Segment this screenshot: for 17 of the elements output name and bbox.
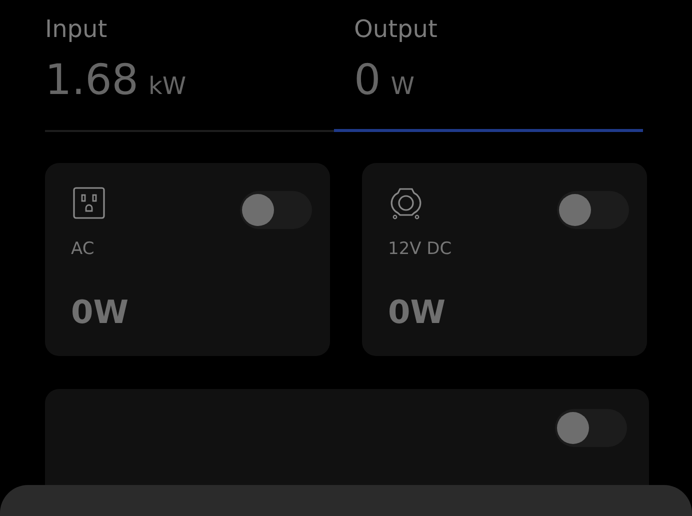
tab-label: Output [354,14,438,45]
outlet-power: 0W [71,293,130,331]
power-value: 1.68 [45,54,139,106]
car-socket-icon [388,185,424,221]
outlet-power: 0W [388,293,447,331]
tab-label: Input [45,14,108,45]
outlet-label: 12V DC [388,239,453,259]
power-unit: W [390,72,414,100]
power-value: 0 [354,54,381,106]
power-unit: kW [148,72,186,100]
outlet-label: AC [71,239,96,259]
power-tab[interactable]: Output 0 W [334,12,643,132]
toggle-switch[interactable] [240,191,312,229]
toggle-switch[interactable] [557,191,629,229]
power-tab[interactable]: Input 1.68 kW [45,12,334,132]
ac-outlet-icon [71,185,107,221]
toggle-switch[interactable] [555,409,627,447]
